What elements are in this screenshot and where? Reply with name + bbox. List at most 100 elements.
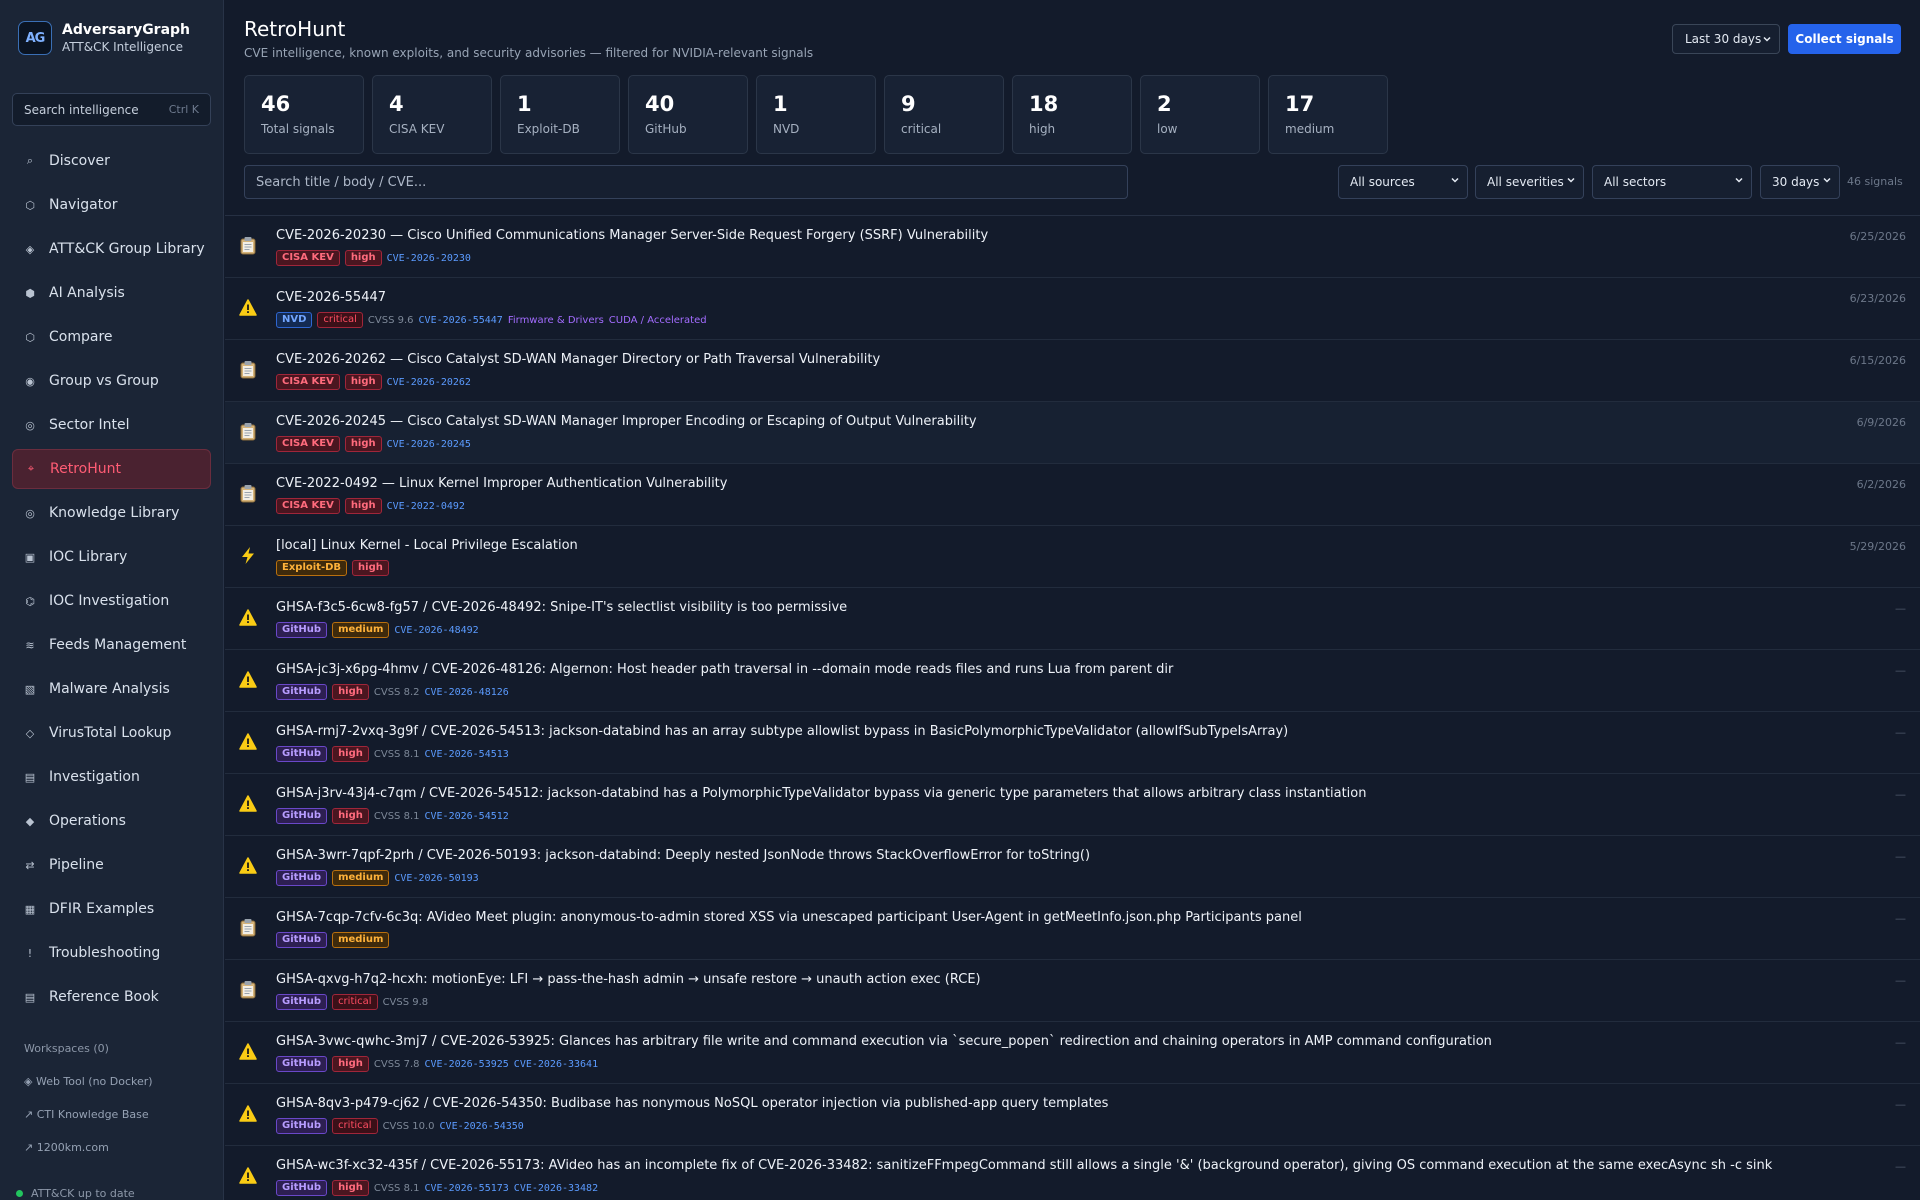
cve-link[interactable]: CVE-2026-33641 [514, 1059, 598, 1070]
signal-row[interactable]: CVE-2022-0492 — Linux Kernel Improper Au… [225, 464, 1920, 526]
sidebar-search-input[interactable]: Search intelligence Ctrl K [12, 93, 211, 126]
diamond-filled-icon: ◆ [25, 814, 35, 828]
sidebar-item-label: Investigation [49, 769, 140, 785]
sidebar-item-retrohunt[interactable]: ⌖ RetroHunt [12, 449, 211, 489]
cve-link[interactable]: CVE-2026-48492 [394, 625, 478, 636]
sidebar-item-att-ck-group-library[interactable]: ◈ ATT&CK Group Library [12, 229, 211, 269]
cve-link[interactable]: CVE-2026-33482 [514, 1183, 598, 1194]
badge-medium: medium [332, 870, 390, 886]
sidebar-item-troubleshooting[interactable]: ! Troubleshooting [12, 933, 211, 973]
cve-link[interactable]: CVE-2026-53925 [425, 1059, 509, 1070]
signal-title[interactable]: GHSA-jc3j-x6pg-4hmv / CVE-2026-48126: Al… [276, 662, 1173, 677]
badge-github: GitHub [276, 932, 328, 948]
signal-row[interactable]: CVE-2026-20245 — Cisco Catalyst SD-WAN M… [225, 402, 1920, 464]
signal-tags: NVD critical CVSS 9.6 CVE-2026-55447 Firmwar… [276, 312, 712, 328]
brand[interactable]: AG AdversaryGraph ATT&CK Intelligence [18, 21, 190, 55]
sidebar-item-investigation[interactable]: ▤ Investigation [12, 757, 211, 797]
stat-value: 1 [773, 92, 788, 116]
signal-title[interactable]: CVE-2022-0492 — Linux Kernel Improper Au… [276, 476, 727, 491]
signal-row[interactable]: GHSA-jc3j-x6pg-4hmv / CVE-2026-48126: Al… [225, 650, 1920, 712]
signal-title[interactable]: [local] Linux Kernel - Local Privilege E… [276, 538, 578, 553]
swap-icon: ⇄ [25, 858, 35, 872]
sidebar-item-ai-analysis[interactable]: ⬢ AI Analysis [12, 273, 211, 313]
sidebar-item-discover[interactable]: ⌕ Discover [12, 141, 211, 181]
sidebar-item-ioc-library[interactable]: ▣ IOC Library [12, 537, 211, 577]
sidebar-item-dfir-examples[interactable]: ▦ DFIR Examples [12, 889, 211, 929]
sidebar-item-knowledge-library[interactable]: ◎ Knowledge Library [12, 493, 211, 533]
sidebar-item-malware-analysis[interactable]: ▧ Malware Analysis [12, 669, 211, 709]
warning-icon [238, 668, 258, 690]
signal-title[interactable]: GHSA-f3c5-6cw8-fg57 / CVE-2026-48492: Sn… [276, 600, 847, 615]
collect-signals-button[interactable]: Collect signals [1788, 24, 1901, 54]
signal-title[interactable]: CVE-2026-20230 — Cisco Unified Communica… [276, 228, 988, 243]
sidebar-item-operations[interactable]: ◆ Operations [12, 801, 211, 841]
signal-row[interactable]: GHSA-3wrr-7qpf-2prh / CVE-2026-50193: ja… [225, 836, 1920, 898]
1200km-link[interactable]: ↗ 1200km.com [24, 1141, 109, 1154]
cve-link[interactable]: CVE-2026-54513 [425, 749, 509, 760]
signal-row[interactable]: CVE-2026-20230 — Cisco Unified Communica… [225, 216, 1920, 278]
stat-label: medium [1285, 122, 1335, 136]
cve-link[interactable]: CVE-2026-50193 [394, 873, 478, 884]
stat-label: CISA KEV [389, 122, 445, 136]
sidebar-item-sector-intel[interactable]: ◎ Sector Intel [12, 405, 211, 445]
signal-row[interactable]: CVE-2026-20262 — Cisco Catalyst SD-WAN M… [225, 340, 1920, 402]
sources-filter-select[interactable]: All sources [1338, 165, 1468, 199]
stat-label: critical [901, 122, 942, 136]
signal-title[interactable]: CVE-2026-55447 [276, 290, 386, 305]
signal-date: — [1895, 1036, 1906, 1049]
signal-date: — [1895, 850, 1906, 863]
signal-title[interactable]: GHSA-3wrr-7qpf-2prh / CVE-2026-50193: ja… [276, 848, 1090, 863]
signal-row[interactable]: GHSA-7cqp-7cfv-6c3q: AVideo Meet plugin:… [225, 898, 1920, 960]
badge-medium: medium [332, 622, 390, 638]
sidebar-item-group-vs-group[interactable]: ◉ Group vs Group [12, 361, 211, 401]
signal-row[interactable]: [local] Linux Kernel - Local Privilege E… [225, 526, 1920, 588]
cve-link[interactable]: CVE-2026-54512 [425, 811, 509, 822]
retrohunt-icon: ⌖ [27, 462, 35, 475]
signal-title[interactable]: GHSA-wc3f-xc32-435f / CVE-2026-55173: AV… [276, 1158, 1772, 1173]
cve-link[interactable]: CVE-2026-20245 [387, 439, 471, 450]
sidebar-item-compare[interactable]: ⬡ Compare [12, 317, 211, 357]
days-filter-select[interactable]: 30 days [1760, 165, 1840, 199]
time-range-select[interactable]: Last 30 days [1672, 24, 1780, 54]
sidebar-item-label: Troubleshooting [49, 945, 161, 961]
sidebar-item-ioc-investigation[interactable]: ⌬ IOC Investigation [12, 581, 211, 621]
cve-link[interactable]: CVE-2026-54350 [440, 1121, 524, 1132]
sidebar-item-reference-book[interactable]: ▤ Reference Book [12, 977, 211, 1017]
sidebar-item-virustotal-lookup[interactable]: ◇ VirusTotal Lookup [12, 713, 211, 753]
stat-card: 17 medium [1268, 75, 1388, 154]
signal-title[interactable]: GHSA-3vwc-qwhc-3mj7 / CVE-2026-53925: Gl… [276, 1034, 1492, 1049]
signal-search-input[interactable]: Search title / body / CVE... [244, 165, 1128, 199]
signal-title[interactable]: GHSA-rmj7-2vxq-3g9f / CVE-2026-54513: ja… [276, 724, 1288, 739]
cve-link[interactable]: CVE-2026-20262 [387, 377, 471, 388]
cti-knowledge-base-link[interactable]: ↗ CTI Knowledge Base [24, 1108, 149, 1121]
signal-row[interactable]: GHSA-f3c5-6cw8-fg57 / CVE-2026-48492: Sn… [225, 588, 1920, 650]
signal-row[interactable]: GHSA-wc3f-xc32-435f / CVE-2026-55173: AV… [225, 1146, 1920, 1200]
cve-link[interactable]: CVE-2026-48126 [425, 687, 509, 698]
cve-link[interactable]: CVE-2026-20230 [387, 253, 471, 264]
sidebar-item-navigator[interactable]: ⬡ Navigator [12, 185, 211, 225]
cve-link[interactable]: CVE-2026-55447 [419, 315, 503, 326]
cve-link[interactable]: CVE-2026-55173 [425, 1183, 509, 1194]
signal-row[interactable]: GHSA-j3rv-43j4-c7qm / CVE-2026-54512: ja… [225, 774, 1920, 836]
signal-title[interactable]: CVE-2026-20245 — Cisco Catalyst SD-WAN M… [276, 414, 977, 429]
signal-title[interactable]: GHSA-qxvg-h7q2-hcxh: motionEye: LFI → pa… [276, 972, 981, 987]
signal-title[interactable]: GHSA-7cqp-7cfv-6c3q: AVideo Meet plugin:… [276, 910, 1302, 925]
sidebar-item-pipeline[interactable]: ⇄ Pipeline [12, 845, 211, 885]
signal-row[interactable]: GHSA-3vwc-qwhc-3mj7 / CVE-2026-53925: Gl… [225, 1022, 1920, 1084]
sidebar-item-label: Knowledge Library [49, 505, 180, 521]
sidebar-item-feeds-management[interactable]: ≋ Feeds Management [12, 625, 211, 665]
stat-value: 1 [517, 92, 532, 116]
signal-row[interactable]: GHSA-8qv3-p479-cj62 / CVE-2026-54350: Bu… [225, 1084, 1920, 1146]
severities-filter-select[interactable]: All severities [1475, 165, 1584, 199]
badge-high: high [332, 808, 369, 824]
signal-row[interactable]: GHSA-qxvg-h7q2-hcxh: motionEye: LFI → pa… [225, 960, 1920, 1022]
signal-title[interactable]: GHSA-8qv3-p479-cj62 / CVE-2026-54350: Bu… [276, 1096, 1108, 1111]
signal-title[interactable]: CVE-2026-20262 — Cisco Catalyst SD-WAN M… [276, 352, 880, 367]
web-tool-link[interactable]: ◈ Web Tool (no Docker) [24, 1075, 153, 1088]
cve-link[interactable]: CVE-2022-0492 [387, 501, 465, 512]
signal-row[interactable]: CVE-2026-55447 NVD critical CVSS 9.6 CVE-202… [225, 278, 1920, 340]
sectors-filter-select[interactable]: All sectors [1592, 165, 1752, 199]
signal-title[interactable]: GHSA-j3rv-43j4-c7qm / CVE-2026-54512: ja… [276, 786, 1366, 801]
signal-row[interactable]: GHSA-rmj7-2vxq-3g9f / CVE-2026-54513: ja… [225, 712, 1920, 774]
signal-tags: GitHub critical CVSS 10.0 CVE-2026-54350 [276, 1118, 529, 1134]
